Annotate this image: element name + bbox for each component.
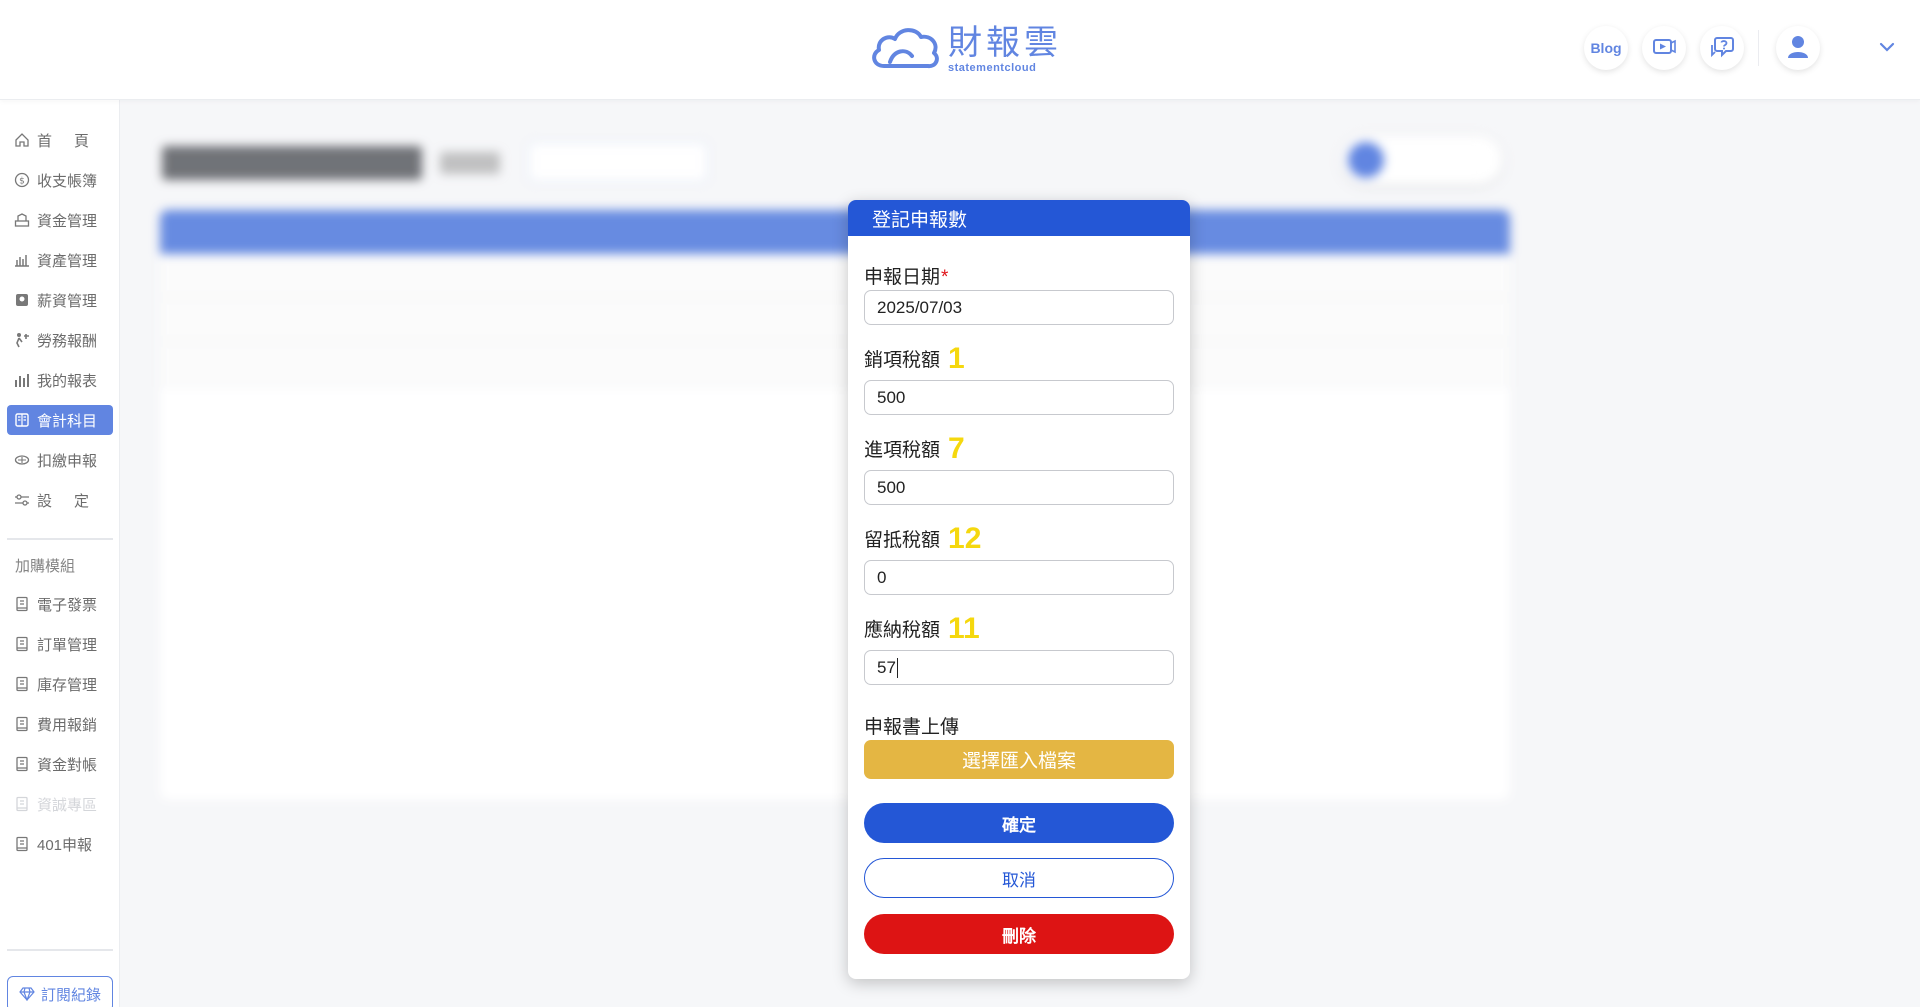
text-caret [896, 657, 898, 678]
field-label-text: 進項稅額 [864, 440, 941, 461]
field-marker: 7 [948, 432, 965, 465]
field-value: 57 [877, 657, 896, 677]
upload-label-text: 申報書上傳 [864, 717, 960, 738]
date-label-text: 申報日期 [864, 267, 941, 288]
payable-tax-input[interactable]: 57 [864, 650, 1174, 685]
field-marker: 1 [948, 342, 965, 375]
field-value: 500 [877, 387, 906, 407]
delete-button[interactable]: 刪除 [864, 914, 1174, 954]
confirm-label: 確定 [1002, 815, 1036, 835]
field-label-text: 銷項稅額 [864, 350, 941, 371]
declaration-date-input[interactable]: 2025/07/03 [864, 290, 1174, 325]
input-tax-label: 進項稅額 7 [864, 432, 965, 465]
choose-file-label: 選擇匯入檔案 [961, 751, 1076, 772]
field-label-text: 留抵稅額 [864, 530, 941, 551]
field-value: 500 [877, 477, 906, 497]
field-marker: 12 [948, 522, 982, 555]
required-mark: * [941, 267, 949, 288]
credit-tax-label: 留抵稅額 12 [864, 522, 982, 555]
output-tax-label: 銷項稅額 1 [864, 342, 965, 375]
cancel-button[interactable]: 取消 [864, 858, 1174, 898]
register-declaration-modal: 登記申報數 申報日期 * 2025/07/03 銷項稅額 1 500 進項稅額 … [848, 200, 1190, 979]
upload-label: 申報書上傳 [864, 712, 959, 739]
field-marker: 11 [948, 612, 980, 645]
modal-header: 登記申報數 [848, 200, 1190, 236]
field-label-text: 應納稅額 [864, 620, 941, 641]
date-value: 2025/07/03 [877, 297, 963, 317]
output-tax-input[interactable]: 500 [864, 380, 1174, 415]
credit-tax-input[interactable]: 0 [864, 560, 1174, 595]
choose-file-button[interactable]: 選擇匯入檔案 [864, 740, 1174, 779]
payable-tax-label: 應納稅額 11 [864, 612, 980, 645]
delete-label: 刪除 [1002, 926, 1036, 946]
input-tax-input[interactable]: 500 [864, 470, 1174, 505]
date-label: 申報日期 * [864, 262, 948, 289]
cancel-label: 取消 [1002, 870, 1036, 890]
field-value: 0 [877, 567, 887, 587]
confirm-button[interactable]: 確定 [864, 803, 1174, 843]
modal-title: 登記申報數 [872, 209, 968, 231]
